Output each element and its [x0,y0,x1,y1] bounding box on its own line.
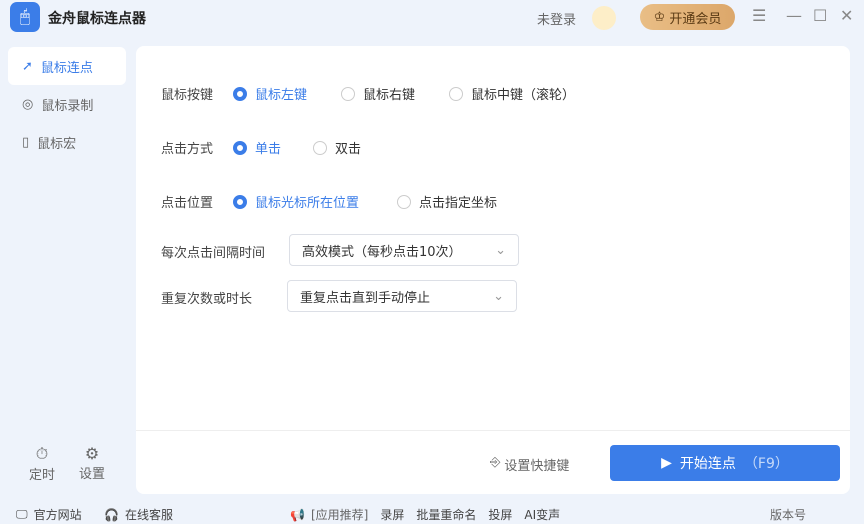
divider [136,430,850,431]
mouse-icon: ▯ [22,134,30,150]
sidebar-item-record[interactable]: ◎ 鼠标录制 [8,85,126,123]
version-text: 版本号 [770,508,807,522]
main-panel [136,46,850,494]
hotkey-icon: ⎆ [490,455,501,470]
vip-button[interactable]: ♔ 开通会员 [640,4,735,30]
hotkey-button[interactable]: ⎆ 设置快捷键 [490,455,569,474]
click-mode-label: 点击方式 [161,142,214,157]
customer-service-link[interactable]: 🎧 在线客服 [104,506,173,523]
recommend-bar: 📢 [应用推荐] 录屏 批量重命名 投屏 AI变声 [290,506,561,523]
timer-icon: ⏱ [35,444,49,463]
webcam-icon: ◎ [22,96,34,112]
radio-double[interactable]: 双击 [313,138,361,157]
close-icon[interactable]: ✕ [840,6,853,25]
chevron-down-icon: ⌄ [493,288,504,304]
click-position-label: 点击位置 [161,196,214,211]
crown-icon: ♔ [653,9,666,25]
sidebar-item-label: 鼠标录制 [41,98,94,114]
menu-icon[interactable]: ☰ [752,6,766,25]
monitor-icon: 🖵 [16,507,28,521]
timer-button[interactable]: ⏱ 定时 [22,444,62,483]
start-button[interactable]: ▶ 开始连点 （F9） [610,445,840,481]
sidebar-item-macro[interactable]: ▯ 鼠标宏 [8,123,126,161]
maximize-icon[interactable]: ☐ [813,6,827,25]
timer-label: 定时 [28,468,55,483]
sidebar-item-label: 鼠标宏 [37,136,77,152]
app-title: 金舟鼠标连点器 [48,11,146,27]
login-link[interactable]: 未登录 [537,9,576,28]
repeat-label: 重复次数或时长 [161,292,253,307]
play-icon: ▶ [661,455,672,471]
mouse-button-label: 鼠标按键 [161,88,214,103]
radio-cursor-position[interactable]: 鼠标光标所在位置 [233,192,359,211]
rec-link[interactable]: AI变声 [524,506,560,523]
official-site-link[interactable]: 🖵 官方网站 [16,506,82,523]
rec-link[interactable]: 投屏 [488,506,512,523]
radio-middle[interactable]: 鼠标中键（滚轮） [449,84,575,103]
chevron-down-icon: ⌄ [495,242,506,258]
rec-link[interactable]: 批量重命名 [416,506,476,523]
settings-label: 设置 [78,467,105,482]
sidebar-item-label: 鼠标连点 [40,60,93,76]
interval-label: 每次点击间隔时间 [161,246,266,261]
interval-select[interactable]: 高效模式（每秒点击10次） ⌄ [289,234,519,266]
megaphone-icon: 📢 [290,507,305,522]
headset-icon: 🎧 [104,507,119,522]
sidebar-item-click[interactable]: ➚ 鼠标连点 [8,47,126,85]
avatar[interactable] [592,6,616,30]
cursor-click-icon: ➚ [22,58,33,74]
radio-single[interactable]: 单击 [233,138,281,157]
rec-link[interactable]: 录屏 [380,506,404,523]
app-logo: 🖱 [10,2,40,32]
minimize-icon[interactable]: — [786,6,802,25]
vip-label: 开通会员 [669,11,722,27]
radio-fixed-coord[interactable]: 点击指定坐标 [397,192,497,211]
sliders-icon: ⚙ [84,444,100,463]
radio-left[interactable]: 鼠标左键 [233,84,307,103]
settings-button[interactable]: ⚙ 设置 [72,444,112,482]
radio-right[interactable]: 鼠标右键 [341,84,415,103]
repeat-select[interactable]: 重复点击直到手动停止 ⌄ [287,280,517,312]
